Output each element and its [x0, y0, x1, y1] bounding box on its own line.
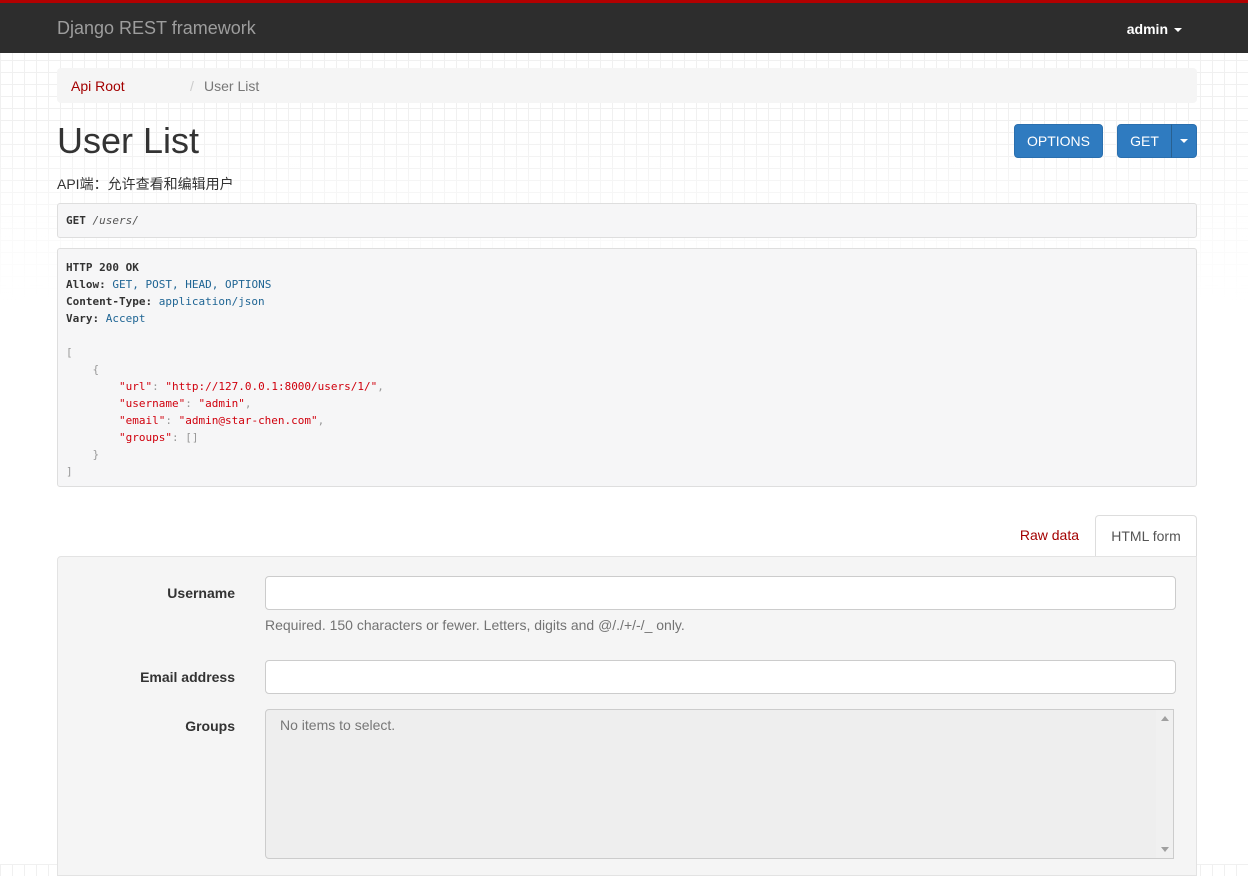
groups-select[interactable]: No items to select. [265, 709, 1174, 859]
groups-empty-text: No items to select. [280, 717, 396, 733]
response-status: HTTP 200 OK [66, 261, 139, 274]
tab-html-form[interactable]: HTML form [1095, 515, 1197, 557]
request-method: GET [66, 214, 86, 227]
caret-down-icon [1174, 28, 1182, 33]
get-button[interactable]: GET [1117, 124, 1172, 158]
json-key: "url" [118, 380, 153, 393]
json-punct: { [92, 363, 100, 376]
breadcrumb-api-root[interactable]: Api Root [71, 78, 125, 94]
json-value: "admin" [198, 397, 245, 410]
user-menu[interactable]: admin [1127, 21, 1182, 37]
scroll-down-icon[interactable] [1161, 847, 1169, 852]
page-title: User List [57, 120, 200, 161]
json-value: [] [185, 431, 199, 444]
options-button[interactable]: OPTIONS [1014, 124, 1103, 158]
json-key: "groups" [118, 431, 172, 444]
breadcrumb: Api Root / User List [57, 68, 1197, 103]
endpoint-description: API端：允许查看和编辑用户 [57, 176, 234, 192]
breadcrumb-current: User List [204, 78, 260, 94]
request-path: /users/ [92, 214, 139, 227]
header-key: Content-Type: [66, 295, 153, 308]
groups-scrollbar[interactable] [1156, 710, 1173, 858]
tab-raw-data[interactable]: Raw data [1020, 527, 1079, 543]
groups-label: Groups [185, 718, 235, 734]
response-info: HTTP 200 OK Allow: GET, POST, HEAD, OPTI… [57, 248, 1197, 487]
header-key: Allow: [66, 278, 106, 291]
username-help-text: Required. 150 characters or fewer. Lette… [265, 617, 685, 633]
username-label: Username [167, 585, 235, 601]
scroll-up-icon[interactable] [1161, 716, 1169, 721]
header-value: Accept [105, 312, 146, 325]
breadcrumb-separator: / [190, 78, 194, 94]
brand-link[interactable]: Django REST framework [57, 18, 256, 39]
json-value: "admin@star-chen.com" [178, 414, 318, 427]
email-label: Email address [140, 669, 235, 685]
header-value: GET, POST, HEAD, OPTIONS [112, 278, 272, 291]
email-field[interactable] [265, 660, 1176, 694]
navbar: Django REST framework admin [0, 3, 1248, 53]
json-key: "email" [118, 414, 166, 427]
json-punct: [ [66, 346, 73, 359]
json-punct: } [92, 448, 100, 461]
caret-down-icon [1180, 139, 1188, 143]
username-field[interactable] [265, 576, 1176, 610]
json-punct: ] [66, 465, 73, 478]
request-info: GET /users/ [57, 203, 1197, 238]
json-key: "username" [118, 397, 186, 410]
json-value[interactable]: "http://127.0.0.1:8000/users/1/" [165, 380, 377, 393]
get-format-dropdown[interactable] [1171, 124, 1197, 158]
header-value: application/json [158, 295, 265, 308]
header-key: Vary: [66, 312, 100, 325]
user-menu-label: admin [1126, 21, 1168, 37]
